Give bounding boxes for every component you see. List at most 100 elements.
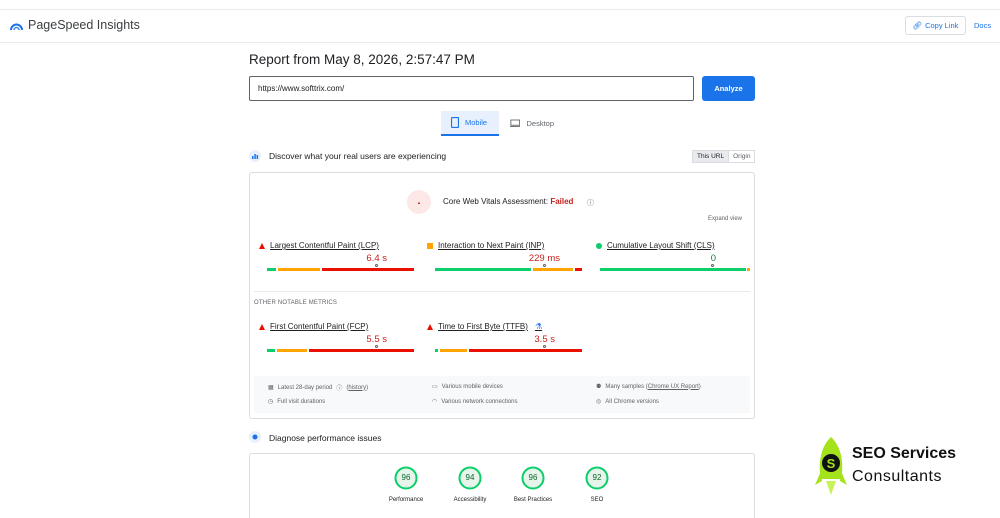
metric-cls-link[interactable]: Cumulative Layout Shift (CLS) (596, 241, 715, 250)
metric-value: 5.5 s (366, 334, 387, 345)
history-link[interactable]: history (348, 385, 366, 391)
cwv-status: Failed (550, 197, 574, 206)
svg-text:S: S (827, 456, 836, 471)
toggle-origin[interactable]: Origin (729, 151, 754, 162)
distribution-bar (267, 264, 414, 271)
diagnose-icon (249, 431, 261, 443)
other-metrics-label: OTHER NOTABLE METRICS (254, 300, 338, 306)
metric-value: 6.4 s (366, 253, 387, 264)
score-label: Performance (388, 497, 424, 503)
link-icon: 🔗︎ (912, 21, 923, 30)
score-gauge-seo[interactable]: 92 (585, 466, 609, 490)
info-devices-label: Various mobile devices (441, 383, 503, 390)
info-versions-label: All Chrome versions (605, 398, 659, 405)
url-input[interactable]: https://www.softtrix.com/ (249, 76, 694, 101)
score-gauge-performance[interactable]: 96 (394, 466, 418, 490)
metric-value: 3.5 s (534, 334, 555, 345)
info-network-label: Various network connections (441, 398, 518, 405)
metric-lcp-link[interactable]: Largest Contentful Paint (LCP) (259, 241, 379, 250)
score-value: 96 (528, 473, 538, 482)
p75-marker (375, 345, 378, 348)
good-circle-icon (596, 242, 602, 249)
tab-desktop-label: Desktop (526, 119, 554, 128)
field-section-title: Discover what your real users are experi… (269, 151, 447, 161)
top-bar: PageSpeed Insights 🔗︎ Copy Link Docs (0, 9, 1000, 43)
metric-inp: Interaction to Next Paint (INP) 229 ms (427, 241, 582, 276)
metric-label: Largest Contentful Paint (LCP) (270, 241, 379, 250)
score-label: Accessibility (453, 497, 487, 503)
chrome-icon: ◎ (596, 399, 602, 405)
score-value: 92 (592, 473, 602, 482)
info-period-label: Latest 28-day period (277, 384, 333, 391)
url-origin-toggle[interactable]: This URL Origin (692, 150, 756, 163)
score-value: 96 (401, 473, 411, 482)
tab-desktop[interactable]: Desktop (500, 111, 564, 136)
score-label: SEO (590, 497, 604, 503)
p75-marker (711, 264, 714, 267)
distribution-bar (435, 264, 582, 271)
copy-link-button[interactable]: 🔗︎ Copy Link (905, 16, 966, 35)
brand-watermark: S SEO Services Consultants (812, 433, 1000, 503)
poor-triangle-icon (427, 323, 433, 330)
metric-lcp: Largest Contentful Paint (LCP) 6.4 s (259, 241, 414, 276)
stopwatch-icon: ◷ (268, 399, 274, 405)
rocket-logo-icon: S (815, 437, 847, 495)
help-icon: ⓘ (336, 386, 343, 392)
experimental-flask-icon: ⚗︎ (534, 322, 543, 331)
p75-marker (543, 345, 546, 348)
cwv-assessment: Core Web Vitals Assessment: Failed (443, 197, 573, 206)
info-durations: ◷ Full visit durations (268, 398, 326, 406)
divider (254, 291, 750, 292)
analyze-button[interactable]: Analyze (702, 76, 755, 101)
desktop-icon (510, 119, 521, 127)
score-value: 94 (465, 473, 475, 482)
distribution-bar (267, 345, 414, 352)
people-icon: ⚉ (596, 384, 602, 390)
mobile-icon (451, 117, 459, 128)
metric-fcp: First Contentful Paint (FCP) 5.5 s (259, 322, 414, 357)
score-gauge-accessibility[interactable]: 94 (458, 466, 482, 490)
cwv-label: Core Web Vitals Assessment: (443, 197, 549, 206)
info-durations-label: Full visit durations (277, 398, 326, 405)
cwv-failed-badge-icon: ▲ (407, 190, 431, 214)
tab-mobile-label: Mobile (465, 118, 488, 127)
info-versions: ◎ All Chrome versions (596, 398, 659, 406)
metric-label: Cumulative Layout Shift (CLS) (607, 241, 715, 250)
brand-line2: Consultants (852, 468, 942, 485)
info-devices: ▭ Various mobile devices (432, 383, 503, 391)
copy-link-label: Copy Link (925, 21, 959, 30)
app-title[interactable]: PageSpeed Insights (28, 18, 140, 32)
toggle-this-url[interactable]: This URL (693, 151, 730, 162)
calendar-icon: ▦ (268, 385, 274, 391)
lab-section-title: Diagnose performance issues (269, 433, 382, 443)
brand-line1: SEO Services (852, 445, 957, 462)
users-icon (249, 150, 261, 162)
help-icon[interactable]: ⓘ (587, 198, 594, 208)
tab-mobile[interactable]: Mobile (441, 111, 499, 136)
score-gauge-best-practices[interactable]: 96 (521, 466, 545, 490)
wifi-icon: ◠ (432, 399, 438, 405)
metric-value: 229 ms (528, 253, 560, 264)
expand-view-link[interactable]: Expand view (708, 216, 742, 222)
distribution-bar (435, 345, 582, 352)
docs-link[interactable]: Docs (974, 21, 991, 30)
metric-cls: Cumulative Layout Shift (CLS) 0 (596, 241, 750, 276)
metric-value: 0 (710, 253, 716, 264)
metric-fcp-link[interactable]: First Contentful Paint (FCP) (259, 322, 368, 331)
poor-triangle-icon (259, 323, 265, 330)
metric-inp-link[interactable]: Interaction to Next Paint (INP) (427, 241, 544, 250)
p75-marker (543, 264, 546, 267)
metric-label: Interaction to Next Paint (INP) (438, 241, 545, 250)
info-network: ◠ Various network connections (432, 398, 518, 406)
poor-triangle-icon (259, 242, 265, 249)
metric-label: Time to First Byte (TTFB) (438, 322, 528, 331)
metric-ttfb-link[interactable]: Time to First Byte (TTFB) ⚗︎ (427, 322, 542, 331)
devices-icon: ▭ (432, 384, 438, 390)
metric-ttfb: Time to First Byte (TTFB) ⚗︎ 3.5 s (427, 322, 582, 357)
p75-marker (375, 264, 378, 267)
distribution-bar (600, 264, 751, 271)
average-square-icon (427, 242, 433, 249)
crux-link[interactable]: Chrome UX Report (648, 384, 699, 390)
lab-scores-card (249, 453, 755, 518)
pagespeed-logo-icon (10, 23, 23, 31)
